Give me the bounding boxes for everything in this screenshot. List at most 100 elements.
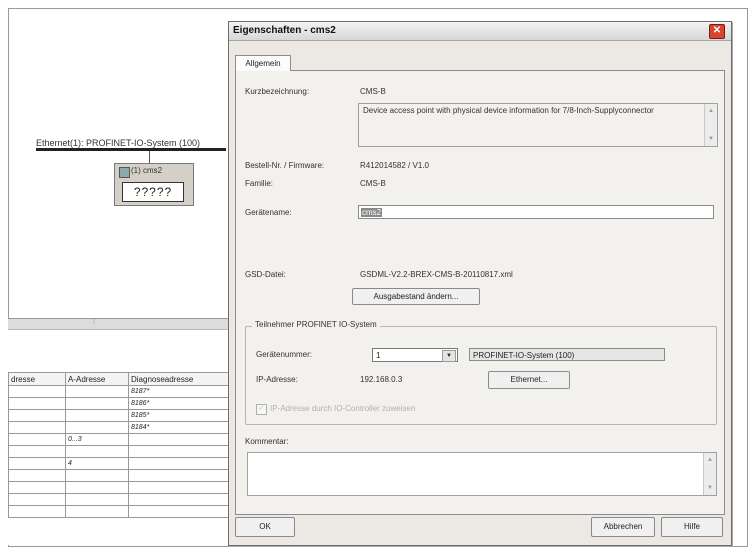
- kurzbezeichnung-label: Kurzbezeichnung:: [245, 87, 310, 96]
- splitter-bar[interactable]: [8, 318, 230, 330]
- table-cell: [128, 505, 230, 518]
- splitter-grip-icon: ⁝: [93, 319, 96, 326]
- table-cell: [65, 421, 129, 434]
- ethernet-button[interactable]: Ethernet...: [488, 371, 570, 389]
- scroll-down-icon[interactable]: ▼: [705, 134, 717, 144]
- table-cell: [128, 493, 230, 506]
- table-cell: [8, 457, 66, 470]
- device-icon: [119, 167, 130, 178]
- kommentar-textarea[interactable]: ▲ ▼: [247, 452, 717, 496]
- table-cell: 8184*: [128, 421, 230, 434]
- gsd-label: GSD-Datei:: [245, 270, 286, 279]
- col-header: dresse: [8, 372, 66, 386]
- ausgabestand-button[interactable]: Ausgabestand ändern...: [352, 288, 480, 305]
- table-cell: [8, 505, 66, 518]
- description-scrollbar[interactable]: ▲ ▼: [704, 104, 717, 146]
- table-cell: [128, 481, 230, 494]
- tab-allgemein[interactable]: Allgemein: [235, 55, 291, 71]
- table-cell: [8, 409, 66, 422]
- table-cell: 8185*: [128, 409, 230, 422]
- table-cell: [65, 409, 129, 422]
- geraetenummer-label: Gerätenummer:: [256, 350, 313, 359]
- table-cell: 4: [65, 457, 129, 470]
- table-cell: [65, 505, 129, 518]
- familie-value: CMS-B: [360, 179, 386, 188]
- table-cell: [65, 493, 129, 506]
- kurzbezeichnung-value: CMS-B: [360, 87, 386, 96]
- table-row[interactable]: 8185*: [8, 409, 230, 422]
- properties-dialog: Eigenschaften - cms2 ✕ Allgemein Kurzbez…: [228, 21, 732, 546]
- table-body: 8187* 8186* 8185* 8184* 0...3 4: [8, 385, 230, 518]
- geraetenummer-select[interactable]: 1 ▼: [372, 348, 458, 362]
- col-header: Diagnoseadresse: [128, 372, 230, 386]
- table-cell: [128, 469, 230, 482]
- ok-button[interactable]: OK: [235, 517, 295, 537]
- table-cell: 0...3: [65, 433, 129, 446]
- device-node[interactable]: (1) cms2 ?????: [114, 163, 194, 206]
- table-cell: [8, 481, 66, 494]
- ip-label: IP-Adresse:: [256, 375, 298, 384]
- scroll-up-icon[interactable]: ▲: [705, 106, 717, 116]
- gsd-value: GSDML-V2.2-BREX-CMS-B-20110817.xml: [360, 270, 513, 279]
- geraetename-input[interactable]: cms2: [358, 205, 714, 219]
- bestell-value: R412014582 / V1.0: [360, 161, 429, 170]
- col-header: A-Adresse: [65, 372, 129, 386]
- table-cell: [8, 469, 66, 482]
- close-icon[interactable]: ✕: [709, 24, 725, 39]
- table-cell: [8, 397, 66, 410]
- dialog-titlebar[interactable]: Eigenschaften - cms2 ✕: [229, 22, 731, 41]
- table-cell: [65, 445, 129, 458]
- table-cell: 8186*: [128, 397, 230, 410]
- table-row[interactable]: 0...3: [8, 433, 230, 446]
- table-cell: [8, 421, 66, 434]
- address-table: dresse A-Adresse Diagnoseadresse 8187* 81…: [8, 372, 230, 518]
- ip-value: 192.168.0.3: [360, 375, 403, 384]
- description-box: Device access point with physical device…: [358, 103, 718, 147]
- table-cell: [8, 445, 66, 458]
- device-node-title: (1) cms2: [131, 166, 163, 175]
- ip-assign-label: IP-Adresse durch IO-Controller zuweisen: [270, 404, 416, 413]
- device-node-placeholder: ?????: [122, 182, 184, 202]
- subnet-field: PROFINET-IO-System (100): [469, 348, 665, 361]
- table-row[interactable]: 8186*: [8, 397, 230, 410]
- tab-panel: Kurzbezeichnung: CMS-B Device access poi…: [235, 70, 725, 515]
- table-header-row: dresse A-Adresse Diagnoseadresse: [8, 372, 230, 386]
- help-button[interactable]: Hilfe: [661, 517, 723, 537]
- table-row[interactable]: [8, 469, 230, 482]
- scroll-down-icon[interactable]: ▼: [704, 483, 716, 493]
- description-text: Device access point with physical device…: [363, 106, 654, 115]
- ip-assign-checkbox[interactable]: ✓: [256, 404, 267, 415]
- familie-label: Familie:: [245, 179, 274, 188]
- geraetename-value: cms2: [361, 208, 383, 217]
- table-cell: [128, 433, 230, 446]
- table-cell: [65, 397, 129, 410]
- table-row[interactable]: 8187*: [8, 385, 230, 398]
- table-cell: [65, 385, 129, 398]
- group-legend: Teilnehmer PROFINET IO-System: [252, 320, 380, 329]
- bestell-label: Bestell-Nr. / Firmware:: [245, 161, 325, 170]
- geraetenummer-value: 1: [376, 351, 381, 360]
- chevron-down-icon[interactable]: ▼: [442, 350, 456, 362]
- table-row[interactable]: 4: [8, 457, 230, 470]
- table-row[interactable]: [8, 445, 230, 458]
- table-cell: [8, 493, 66, 506]
- network-label: Ethernet(1): PROFINET-IO-System (100): [36, 138, 201, 148]
- table-cell: [128, 457, 230, 470]
- scroll-up-icon[interactable]: ▲: [704, 455, 716, 465]
- cancel-button[interactable]: Abbrechen: [591, 517, 655, 537]
- table-cell: 8187*: [128, 385, 230, 398]
- table-cell: [8, 433, 66, 446]
- comment-scrollbar[interactable]: ▲ ▼: [703, 453, 716, 495]
- table-cell: [128, 445, 230, 458]
- table-cell: [65, 481, 129, 494]
- table-cell: [8, 385, 66, 398]
- kommentar-label: Kommentar:: [245, 437, 289, 446]
- dialog-title: Eigenschaften - cms2: [233, 25, 336, 36]
- table-row[interactable]: 8184*: [8, 421, 230, 434]
- table-cell: [65, 469, 129, 482]
- geraetename-label: Gerätename:: [245, 208, 292, 217]
- network-line[interactable]: [36, 148, 226, 151]
- table-row[interactable]: [8, 493, 230, 506]
- table-row[interactable]: [8, 505, 230, 518]
- table-row[interactable]: [8, 481, 230, 494]
